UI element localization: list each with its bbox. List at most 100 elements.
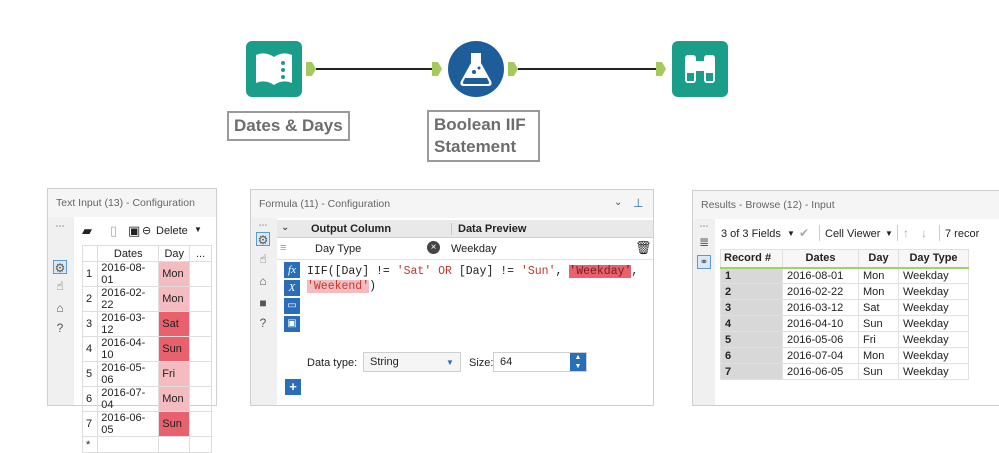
checkmark-icon[interactable]: ✔ (799, 226, 809, 240)
binoculars-icon[interactable]: ⚭ (697, 255, 711, 269)
chevron-down-icon[interactable]: ⌄ (614, 197, 622, 208)
cell-day[interactable]: Sun (858, 315, 899, 332)
cell-day-type[interactable]: Weekday (898, 283, 969, 300)
cell-day[interactable]: Mon (158, 386, 191, 412)
cell-date[interactable]: 2016-03-12 (97, 311, 160, 337)
table-row[interactable]: 6 2016-07-04 Mon (81, 386, 212, 412)
copy-icon[interactable]: ▯ (110, 223, 117, 239)
cell-empty[interactable] (189, 311, 212, 337)
expression-editor[interactable]: IIF([Day] != 'Sat' OR [Day] != 'Sun', 'W… (307, 264, 653, 348)
gear-icon[interactable]: ⚙ (53, 260, 67, 275)
help-icon[interactable]: ? (256, 316, 270, 330)
table-row[interactable]: 2 2016-02-22 Mon (81, 286, 212, 312)
column-header[interactable]: Dates (97, 245, 160, 262)
cell-date[interactable]: 2016-02-22 (97, 286, 160, 312)
cell-day[interactable]: Mon (858, 267, 899, 284)
stepper-arrows-icon[interactable]: ▲ ▼ (570, 353, 586, 371)
tag-icon[interactable]: ⌂ (256, 274, 270, 288)
cell-day[interactable]: Mon (158, 261, 191, 287)
cell-empty[interactable] (158, 436, 191, 453)
cell-day[interactable]: Sat (858, 299, 899, 316)
cell-empty[interactable] (189, 336, 212, 362)
table-row[interactable]: 6 2016-07-04 Mon Weekday (720, 347, 969, 364)
column-header[interactable]: Day (158, 245, 191, 262)
cell-date[interactable]: 2016-04-10 (782, 315, 859, 332)
gear-icon[interactable]: ⚙ (256, 232, 270, 247)
pin-icon[interactable]: ⊥ (633, 196, 643, 210)
cell-day[interactable]: Mon (858, 283, 899, 300)
cell-day[interactable]: Sun (158, 411, 191, 437)
cell-date[interactable]: 2016-06-05 (97, 411, 160, 437)
cell-empty[interactable] (189, 261, 212, 287)
help-icon[interactable]: ? (53, 321, 67, 335)
formula-tool[interactable] (448, 41, 504, 97)
cell-day[interactable]: Sat (158, 311, 191, 337)
arrow-up-icon[interactable]: ↑ (903, 226, 909, 240)
function-icon[interactable]: fx (284, 262, 300, 278)
cell-day-type[interactable]: Weekday (898, 267, 969, 284)
trash-icon[interactable]: 🗑 (635, 240, 652, 256)
cell-day-type[interactable]: Weekday (898, 331, 969, 348)
cell-date[interactable]: 2016-04-10 (97, 336, 160, 362)
table-row[interactable]: 1 2016-08-01 Mon Weekday (720, 267, 969, 284)
cell-date[interactable]: 2016-08-01 (782, 267, 859, 284)
cell-empty[interactable] (189, 361, 212, 387)
cell-day[interactable]: Fri (858, 331, 899, 348)
output-anchor[interactable] (508, 62, 518, 76)
cell-date[interactable]: 2016-02-22 (782, 283, 859, 300)
column-header[interactable]: Day (858, 249, 899, 269)
cell-date[interactable]: 2016-07-04 (782, 347, 859, 364)
cell-day[interactable]: Sun (858, 363, 899, 380)
output-anchor[interactable] (306, 62, 316, 76)
column-header[interactable]: Record # (720, 249, 783, 269)
table-row[interactable]: 4 2016-04-10 Sun Weekday (720, 315, 969, 332)
table-row[interactable]: 2 2016-02-22 Mon Weekday (720, 283, 969, 300)
folder-icon[interactable]: ▰ (82, 223, 92, 239)
data-type-select[interactable]: String ▼ (363, 352, 461, 372)
cell-empty[interactable] (189, 386, 212, 412)
add-formula-button[interactable]: + (285, 379, 301, 395)
column-header[interactable]: Day Type (898, 249, 969, 269)
fields-selector[interactable]: 3 of 3 Fields (721, 228, 781, 240)
table-row[interactable]: 3 2016-03-12 Sat (81, 311, 212, 337)
table-row[interactable]: 4 2016-04-10 Sun (81, 336, 212, 362)
cell-date[interactable]: 2016-08-01 (97, 261, 160, 287)
cell-empty[interactable] (189, 286, 212, 312)
open-folder-icon[interactable]: ▭ (284, 298, 300, 314)
input-anchor[interactable] (432, 62, 442, 76)
text-input-tool[interactable] (246, 41, 302, 97)
cell-day[interactable]: Fri (158, 361, 191, 387)
variable-icon[interactable]: X (284, 280, 300, 296)
new-row[interactable]: * (81, 436, 212, 453)
clear-icon[interactable]: × (427, 241, 440, 254)
cell-viewer-selector[interactable]: Cell Viewer (825, 228, 880, 240)
cell-empty[interactable] (97, 436, 160, 453)
save-icon[interactable]: ▣ (284, 316, 300, 332)
drag-handle-icon[interactable]: ≡ (280, 242, 286, 254)
table-view-icon[interactable]: ≣ (697, 235, 711, 249)
table-row[interactable]: 7 2016-06-05 Sun (81, 411, 212, 437)
cell-date[interactable]: 2016-05-06 (782, 331, 859, 348)
cell-day-type[interactable]: Weekday (898, 363, 969, 380)
column-header[interactable]: ... (189, 245, 212, 262)
table-row[interactable]: 5 2016-05-06 Fri (81, 361, 212, 387)
cell-day-type[interactable]: Weekday (898, 299, 969, 316)
pointer-icon[interactable]: ☝ (256, 252, 270, 266)
delete-icon[interactable]: ⊖ (142, 224, 151, 237)
cell-empty[interactable] (189, 436, 212, 453)
cell-date[interactable]: 2016-06-05 (782, 363, 859, 380)
cube-icon[interactable]: ■ (256, 296, 270, 310)
chevron-down-icon[interactable]: ⌄ (281, 222, 289, 233)
tag-icon[interactable]: ⌂ (53, 301, 67, 315)
cell-day-type[interactable]: Weekday (898, 315, 969, 332)
chevron-down-icon[interactable]: ▼ (885, 229, 893, 238)
cell-date[interactable]: 2016-07-04 (97, 386, 160, 412)
paste-icon[interactable]: ▣ (128, 223, 140, 239)
cell-empty[interactable] (189, 411, 212, 437)
table-row[interactable]: 1 2016-08-01 Mon (81, 261, 212, 287)
cell-day[interactable]: Mon (858, 347, 899, 364)
cell-day[interactable]: Mon (158, 286, 191, 312)
chevron-down-icon[interactable]: ▼ (787, 229, 795, 238)
arrow-down-icon[interactable]: ↓ (921, 226, 927, 240)
cell-day[interactable]: Sun (158, 336, 191, 362)
